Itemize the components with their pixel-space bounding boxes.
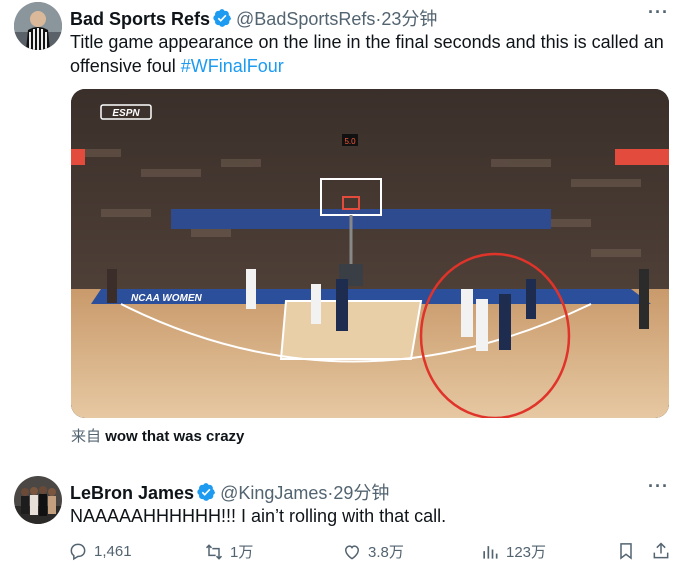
- source-label: 来自: [71, 428, 102, 445]
- heart-icon: [344, 544, 360, 560]
- video-source-attribution: 来自 wow that was crazy: [71, 425, 244, 446]
- shot-clock-text: 5.0: [344, 137, 356, 146]
- share-button[interactable]: [651, 541, 671, 561]
- reply-author-name[interactable]: LeBron James: [70, 483, 194, 503]
- views-icon: [483, 545, 498, 559]
- espn-logo-text: ESPN: [112, 108, 140, 119]
- reply-tweet-text: NAAAAAHHHHHH!!! I ain’t rolling with tha…: [70, 506, 447, 526]
- like-count: 3.8万: [368, 544, 404, 561]
- reply-tweet-header: LeBron James @KingJames·29分钟: [70, 479, 389, 505]
- bad-sports-refs-avatar[interactable]: [14, 2, 62, 50]
- retweet-button[interactable]: 1万: [204, 541, 253, 562]
- hashtag-link[interactable]: #WFinalFour: [181, 56, 284, 76]
- bookmark-button[interactable]: [616, 541, 636, 561]
- reply-icon: [70, 543, 86, 561]
- quoted-tweet-header: Bad Sports Refs @BadSportsRefs·23分钟: [70, 5, 437, 31]
- tweet-video[interactable]: NCAA WOMEN 5.0 ESPN: [71, 89, 669, 418]
- lebron-james-avatar[interactable]: [14, 476, 62, 524]
- reply-button[interactable]: 1,461: [68, 541, 132, 561]
- reply-author-handle[interactable]: @KingJames: [220, 483, 327, 503]
- quoted-author-handle[interactable]: @BadSportsRefs: [236, 9, 375, 29]
- quoted-tweet-body: Title game appearance on the line in the…: [70, 32, 664, 76]
- reply-count: 1,461: [94, 542, 132, 560]
- quoted-timestamp[interactable]: 23分钟: [381, 9, 437, 29]
- verified-badge-icon: [197, 483, 216, 501]
- referee-avatar-image: [14, 2, 62, 50]
- basketball-court-scene: NCAA WOMEN 5.0 ESPN: [71, 89, 669, 418]
- court-banner-text: NCAA WOMEN: [131, 293, 203, 304]
- reply-timestamp[interactable]: 29分钟: [333, 483, 389, 503]
- more-options-icon[interactable]: ···: [648, 2, 669, 23]
- source-account-link[interactable]: wow that was crazy: [105, 428, 244, 445]
- verified-badge-icon: [213, 9, 232, 27]
- bookmark-icon: [620, 543, 632, 560]
- quoted-tweet-text: Title game appearance on the line in the…: [70, 30, 670, 78]
- more-options-icon[interactable]: ···: [648, 476, 669, 497]
- group-photo-avatar-image: [14, 476, 62, 524]
- like-button[interactable]: 3.8万: [342, 541, 404, 562]
- share-icon: [653, 542, 669, 559]
- retweet-icon: [205, 543, 223, 560]
- views-count: 123万: [506, 544, 547, 561]
- retweet-count: 1万: [230, 544, 254, 561]
- quoted-author-name[interactable]: Bad Sports Refs: [70, 9, 210, 29]
- views-button[interactable]: 123万: [480, 541, 546, 562]
